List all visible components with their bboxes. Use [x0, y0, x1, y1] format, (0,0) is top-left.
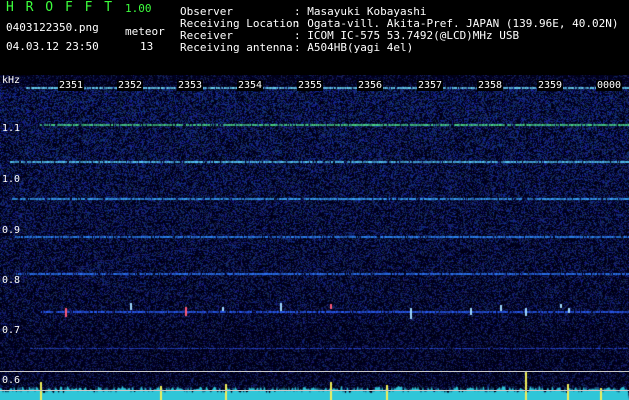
time-label: 2351: [58, 80, 85, 91]
y-label-0-7: 0.7: [2, 325, 21, 336]
time-label: 2357: [417, 80, 444, 91]
time-label: 2353: [177, 80, 204, 91]
y-label-0-9: 0.9: [2, 225, 21, 236]
meteor-count: 13: [140, 40, 154, 53]
y-label-0-6: 0.6: [2, 375, 21, 386]
time-label: 0000: [596, 80, 623, 91]
time-label: 2359: [537, 80, 564, 91]
trace-upper-border: [0, 371, 629, 372]
filename: 0403122350.png: [6, 21, 99, 34]
time-label: 2355: [297, 80, 324, 91]
time-label: 2352: [117, 80, 144, 91]
y-label-1-0: 1.0: [2, 174, 21, 185]
datetime: 04.03.12 23:50: [6, 40, 99, 53]
antenna-label: Receiving antenna: [180, 41, 293, 54]
trace-lower-border: [0, 390, 629, 391]
app-version: 1.00: [125, 2, 152, 15]
header-panel: H R O F F T 1.00 0403122350.png 04.03.12…: [0, 0, 629, 75]
time-label: 2354: [237, 80, 264, 91]
time-label: 2356: [357, 80, 384, 91]
spectrogram: [0, 75, 629, 400]
time-label: 2358: [477, 80, 504, 91]
y-label-0-8: 0.8: [2, 275, 21, 286]
y-axis-unit: kHz: [2, 75, 21, 86]
meteor-label: meteor: [125, 25, 165, 38]
antenna-value: : A504HB(yagi 4el): [294, 41, 414, 54]
y-label-1-1: 1.1: [2, 123, 21, 134]
app-title: H R O F F T: [6, 0, 115, 15]
